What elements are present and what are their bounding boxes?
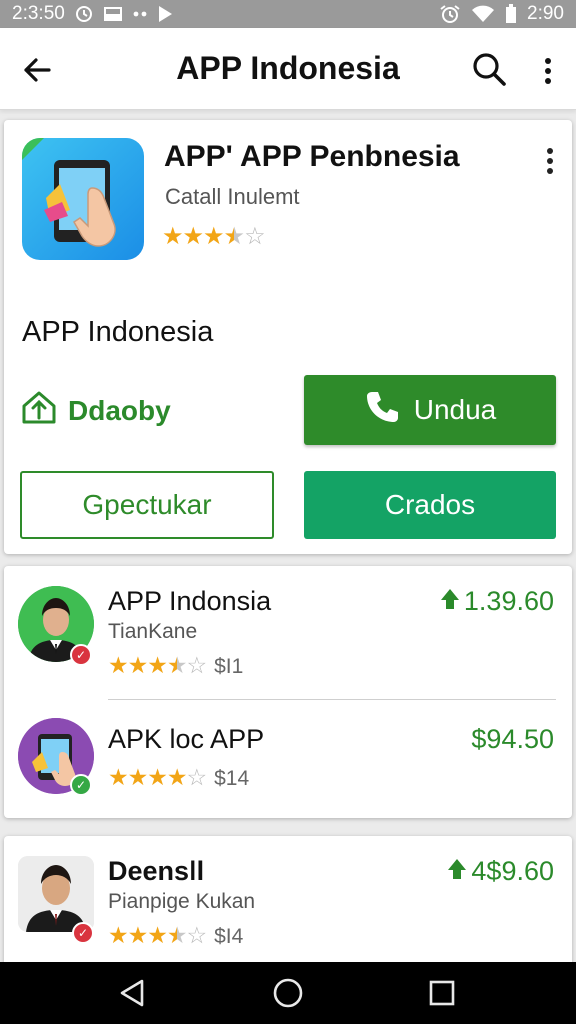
house-arrow-icon [20,388,58,433]
card-more-icon[interactable] [538,144,562,178]
list-item[interactable]: ✓ APK loc APP ★★★★☆ $14 $94.50 [4,700,572,820]
developer-link[interactable]: Ddaoby [20,388,171,433]
search-icon[interactable] [470,50,510,90]
list-item-title: APK loc APP [108,724,265,754]
price: $94.50 [471,724,554,755]
star-icon: ★ [147,922,168,948]
more-dots-icon [133,11,147,17]
back-triangle-icon[interactable] [116,976,150,1010]
app-list-card: ✓ APP Indonsia TianKane ★★★★☆ $I1 1.39.60… [4,566,572,818]
rating-stars: ★★★★☆ $I1 [108,652,243,679]
rating-count: $I1 [214,655,244,678]
rating-stars: ★★★★☆ [162,222,266,251]
app-list-card-2: ✓ Deensǀl Pianpige Kukan ★★★★☆ $I4 4$9.60 [4,836,572,966]
list-item-subtitle: Pianpige Kukan [108,890,256,913]
wifi-icon [471,5,495,23]
primary-label: Crados [384,489,476,520]
star-half-icon: ★ [166,652,188,678]
star-icon: ★ [147,652,168,678]
status-time: 2:3:50 [12,3,65,24]
secondary-label: Gpectukar [82,489,212,520]
star-icon: ★ [127,922,149,948]
up-arrow-icon [447,856,467,887]
status-time-right: 2:90 [527,3,564,24]
star-icon: ★ [127,764,149,790]
price-value: $94.50 [471,724,554,754]
star-empty-icon: ☆ [244,223,265,250]
status-left: 2:3:50 [12,3,173,25]
star-half-icon: ★ [223,223,245,250]
star-icon: ★ [166,764,188,790]
install-button[interactable]: Undua [304,375,556,445]
list-item[interactable]: ✓ APP Indonsia TianKane ★★★★☆ $I1 1.39.60 [4,566,572,686]
price: 1.39.60 [440,586,554,617]
alarm-icon [439,4,461,24]
star-icon: ★ [162,223,183,250]
developer-label: Ddaoby [68,394,171,426]
app-detail-title: APP' APP Penbnesia [164,140,460,173]
rating-stars: ★★★★☆ $14 [108,764,249,791]
rating-count: $I4 [214,925,244,948]
star-icon: ★ [182,223,204,250]
play-icon [157,5,173,23]
status-right: 2:90 [439,3,564,25]
list-item-title: APP Indonsia [108,586,272,616]
star-icon: ★ [108,922,129,948]
up-arrow-icon [440,586,460,617]
star-icon: ★ [108,764,129,790]
verified-badge-icon: ✓ [70,644,92,666]
navigation-bar [0,962,576,1024]
star-icon: ★ [127,652,149,678]
list-item-subtitle: TianKane [108,620,198,643]
star-empty-icon: ☆ [186,764,208,790]
verified-badge-icon: ✓ [70,774,92,796]
star-empty-icon: ☆ [186,922,208,948]
avatar [18,856,94,932]
star-icon: ★ [108,652,129,678]
battery-icon [505,4,517,24]
rating-stars: ★★★★☆ $I4 [108,922,243,949]
star-icon: ★ [147,764,168,790]
screenshot-icon [103,5,123,23]
primary-button[interactable]: Crados [304,471,556,539]
recents-square-icon[interactable] [425,976,459,1010]
install-label: Undua [413,394,497,425]
secondary-button[interactable]: Gpectukar [20,471,274,539]
star-empty-icon: ☆ [186,652,208,678]
app-detail-card: APP' APP Penbnesia Catall Inulemt ★★★★☆ … [4,120,572,554]
more-vert-icon[interactable] [534,52,562,92]
phone-icon [364,389,400,432]
clock-icon [75,5,93,23]
app-icon [22,138,144,260]
price-value: 1.39.60 [463,586,554,616]
star-half-icon: ★ [166,922,188,948]
app-bar: APP Indonesia [0,28,576,110]
price-value: 4$9.60 [471,856,554,886]
home-circle-icon[interactable] [271,976,305,1010]
rating-count: $14 [214,767,250,790]
list-item-title: Deensǀl [108,856,205,886]
app-name: APP Indonesia [22,316,214,348]
app-detail-subtitle: Catall Inulemt [165,184,300,209]
star-icon: ★ [203,223,224,250]
price: 4$9.60 [447,856,554,887]
list-item[interactable]: ✓ Deensǀl Pianpige Kukan ★★★★☆ $I4 4$9.60 [4,836,572,956]
status-bar: 2:3:50 2:90 [0,0,576,28]
verified-badge-icon: ✓ [72,922,94,944]
